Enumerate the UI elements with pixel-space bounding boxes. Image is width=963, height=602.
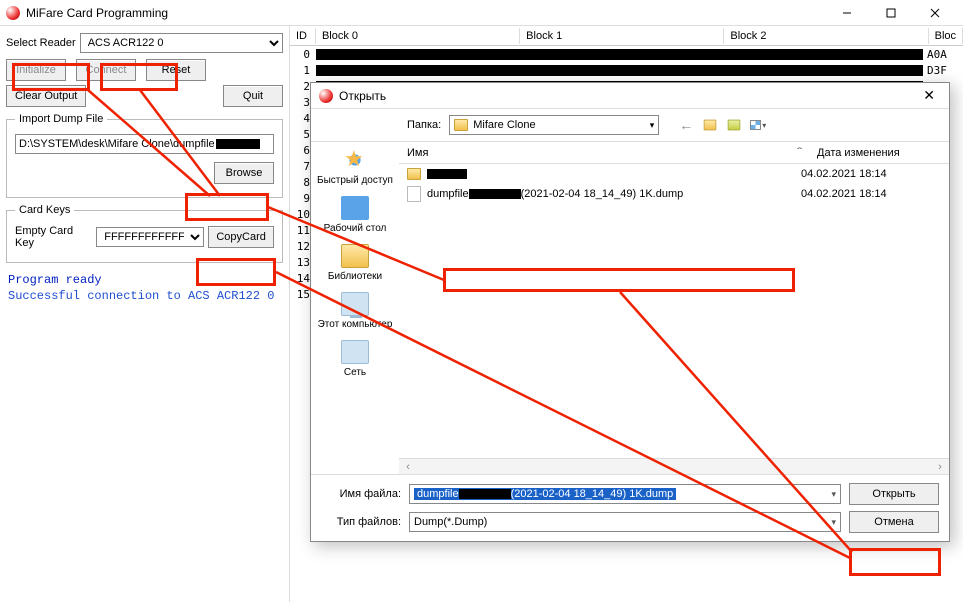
browse-button[interactable]: Browse bbox=[214, 162, 274, 184]
place-desktop[interactable]: Рабочий стол bbox=[324, 196, 387, 234]
place-quick[interactable]: Быстрый доступ bbox=[317, 148, 393, 186]
dialog-app-icon bbox=[319, 89, 333, 103]
row-data bbox=[316, 65, 923, 76]
col-block0[interactable]: Block 0 bbox=[316, 28, 520, 44]
dialog-close-button[interactable]: ✕ bbox=[917, 85, 941, 106]
empty-card-key-label: Empty Card Key bbox=[15, 225, 92, 249]
filetype-combo[interactable]: Dump(*.Dump) bbox=[409, 512, 841, 532]
initialize-button[interactable]: Initialize bbox=[6, 59, 66, 81]
col-block1[interactable]: Block 1 bbox=[520, 28, 724, 44]
open-button[interactable]: Открыть bbox=[849, 483, 939, 505]
folder-icon bbox=[407, 168, 421, 180]
card-keys-group: Card Keys Empty Card Key FFFFFFFFFFFF Co… bbox=[6, 204, 283, 263]
empty-card-key-select[interactable]: FFFFFFFFFFFF bbox=[96, 227, 204, 247]
place-pc[interactable]: Этот компьютер bbox=[318, 292, 393, 330]
table-row[interactable]: 1 D3F bbox=[290, 62, 963, 78]
clear-output-button[interactable]: Clear Output bbox=[6, 85, 86, 107]
redacted-path bbox=[216, 139, 260, 149]
filecol-name[interactable]: Имя bbox=[399, 145, 809, 161]
open-dialog: Открыть ✕ Папка: Mifare Clone ▾ ← Быстры… bbox=[310, 82, 950, 542]
filename-label: Имя файла: bbox=[321, 488, 401, 500]
copycard-button[interactable]: CopyCard bbox=[208, 226, 274, 248]
window-title: MiFare Card Programming bbox=[26, 6, 168, 20]
folder-label: Папка: bbox=[407, 119, 441, 131]
quit-button[interactable]: Quit bbox=[223, 85, 283, 107]
new-folder-icon[interactable] bbox=[725, 117, 743, 133]
col-block2[interactable]: Block 2 bbox=[724, 28, 928, 44]
import-dump-group: Import Dump File D:\SYSTEM\desk\Mifare C… bbox=[6, 113, 283, 198]
row-suffix: D3F bbox=[925, 64, 963, 77]
back-icon[interactable]: ← bbox=[677, 117, 695, 133]
file-list[interactable]: 04.02.2021 18:14 dumpfile(2021-02-04 18_… bbox=[399, 164, 949, 458]
file-date: 04.02.2021 18:14 bbox=[801, 168, 941, 180]
places-bar: Быстрый доступ Рабочий стол Библиотеки Э… bbox=[311, 142, 399, 474]
file-pane: Имя Дата изменения 04.02.2021 18:14 dump… bbox=[399, 142, 949, 474]
filename-value: dumpfile(2021-02-04 18_14_49) 1K.dump bbox=[414, 488, 676, 500]
view-menu-icon[interactable] bbox=[749, 117, 767, 133]
reader-select[interactable]: ACS ACR122 0 bbox=[80, 33, 283, 53]
main-titlebar: MiFare Card Programming bbox=[0, 0, 963, 26]
left-panel: Select Reader ACS ACR122 0 Initialize Co… bbox=[0, 26, 290, 602]
maximize-button[interactable] bbox=[869, 0, 913, 26]
file-date: 04.02.2021 18:14 bbox=[801, 188, 941, 200]
dump-path-input[interactable]: D:\SYSTEM\desk\Mifare Clone\dumpfile bbox=[15, 134, 274, 154]
close-button[interactable] bbox=[913, 0, 957, 26]
import-dump-legend: Import Dump File bbox=[15, 113, 107, 125]
up-folder-icon[interactable] bbox=[701, 117, 719, 133]
filecol-date[interactable]: Дата изменения bbox=[809, 145, 949, 161]
log-line-1: Program ready bbox=[8, 273, 281, 289]
table-row[interactable]: 0 A0A bbox=[290, 46, 963, 62]
place-libs[interactable]: Библиотеки bbox=[328, 244, 382, 282]
select-reader-label: Select Reader bbox=[6, 37, 76, 49]
row-data bbox=[316, 49, 923, 60]
scroll-left-icon[interactable]: ‹ bbox=[399, 461, 417, 473]
cancel-button[interactable]: Отмена bbox=[849, 511, 939, 533]
file-name: dumpfile(2021-02-04 18_14_49) 1K.dump bbox=[427, 188, 801, 200]
log-line-2: Successful connection to ACS ACR122 0 bbox=[8, 289, 281, 305]
row-id: 1 bbox=[290, 64, 316, 77]
folder-icon bbox=[454, 119, 468, 131]
file-icon bbox=[407, 186, 421, 202]
dialog-title: Открыть bbox=[339, 89, 386, 103]
minimize-button[interactable] bbox=[825, 0, 869, 26]
list-item[interactable]: dumpfile(2021-02-04 18_14_49) 1K.dump 04… bbox=[399, 184, 949, 204]
table-header: ID Block 0 Block 1 Block 2 Bloc bbox=[290, 26, 963, 46]
row-id: 0 bbox=[290, 48, 316, 61]
place-net[interactable]: Сеть bbox=[341, 340, 369, 378]
window-buttons bbox=[825, 0, 957, 26]
row-suffix: A0A bbox=[925, 48, 963, 61]
dialog-toolbar: Папка: Mifare Clone ▾ ← bbox=[311, 109, 949, 141]
filetype-label: Тип файлов: bbox=[321, 516, 401, 528]
scroll-right-icon[interactable]: › bbox=[931, 461, 949, 473]
reset-button[interactable]: Reset bbox=[146, 59, 206, 81]
app-icon bbox=[6, 6, 20, 20]
h-scrollbar[interactable]: ‹ › bbox=[399, 458, 949, 474]
col-block3[interactable]: Bloc bbox=[929, 28, 963, 44]
folder-combo[interactable]: Mifare Clone ▾ bbox=[449, 115, 659, 135]
dialog-titlebar: Открыть ✕ bbox=[311, 83, 949, 109]
filename-combo[interactable]: dumpfile(2021-02-04 18_14_49) 1K.dump bbox=[409, 484, 841, 504]
file-name bbox=[427, 169, 801, 179]
card-keys-legend: Card Keys bbox=[15, 204, 74, 216]
folder-name: Mifare Clone bbox=[473, 119, 535, 131]
connect-button[interactable]: Connect bbox=[76, 59, 136, 81]
dump-path-text: D:\SYSTEM\desk\Mifare Clone\dumpfile bbox=[19, 138, 215, 150]
col-id[interactable]: ID bbox=[290, 28, 316, 44]
dialog-footer: Имя файла: dumpfile(2021-02-04 18_14_49)… bbox=[311, 475, 949, 541]
log-output: Program ready Successful connection to A… bbox=[6, 269, 283, 308]
list-item[interactable]: 04.02.2021 18:14 bbox=[399, 164, 949, 184]
